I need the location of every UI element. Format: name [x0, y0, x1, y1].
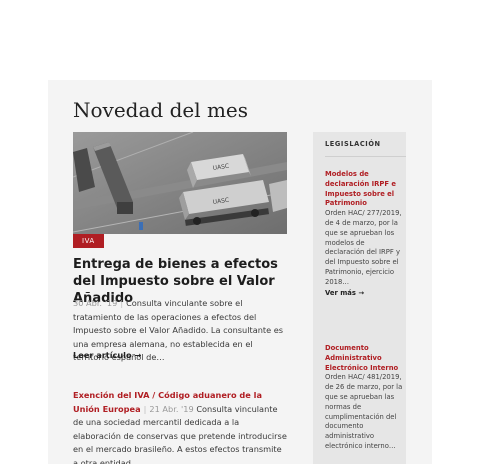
section-title: Novedad del mes [73, 98, 249, 122]
see-more-label: Ver más [325, 288, 356, 297]
see-more-link[interactable]: Ver más → [325, 288, 405, 298]
arrow-right-icon: → [134, 350, 142, 360]
sidebar-heading: LEGISLACIÓN [325, 140, 381, 148]
news-panel: Novedad del mes UASC UASC IVA Entrega de… [48, 80, 432, 464]
second-date: 21 Abr. '19 [149, 403, 194, 414]
arrow-right-icon: → [358, 288, 365, 297]
read-more-label: Leer artículo [73, 350, 132, 360]
sidebar-item: Modelos de declaración IRPF e Impuesto s… [325, 170, 405, 298]
sidebar-item-text: Orden HAC/ 277/2019, de 4 de marzo, por … [325, 209, 402, 286]
sidebar-item-text: Orden HAC/ 481/2019, de 26 de marzo, por… [325, 373, 403, 450]
legislation-sidebar: LEGISLACIÓN Modelos de declaración IRPF … [313, 132, 406, 464]
sidebar-item-title[interactable]: Documento Administrativo Electrónico Int… [325, 344, 405, 373]
category-tag[interactable]: IVA [73, 234, 104, 248]
featured-date: 30 Abr. '19 [73, 298, 118, 308]
second-article: Exención del IVA / Código aduanero de la… [73, 389, 287, 464]
sidebar-item: Documento Administrativo Electrónico Int… [325, 344, 405, 452]
container-truck-photo-icon: UASC UASC [73, 132, 287, 234]
featured-image[interactable]: UASC UASC [73, 132, 287, 234]
read-more-link[interactable]: Leer artículo → [73, 350, 141, 360]
divider [325, 156, 406, 157]
sidebar-item-title[interactable]: Modelos de declaración IRPF e Impuesto s… [325, 170, 405, 209]
separator: | [120, 298, 124, 308]
